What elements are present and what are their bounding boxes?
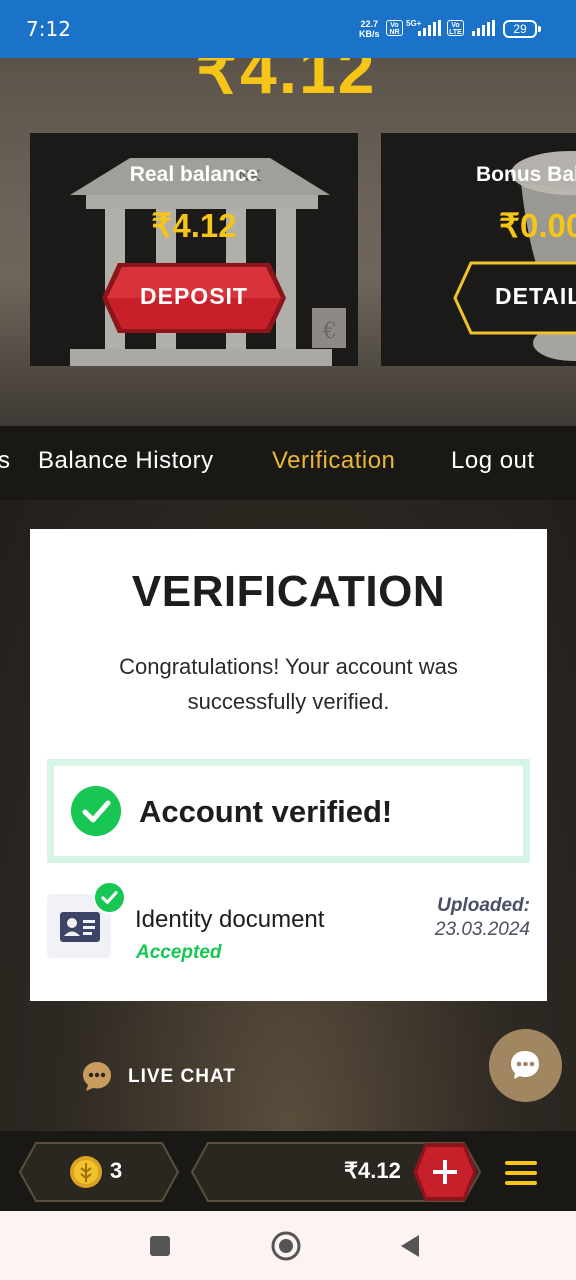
tab-partial[interactable]: s <box>0 447 11 475</box>
signal-icon <box>472 20 495 36</box>
balance-hero: ₹4.12 € NK Real balance ₹4.12 DEPOSIT Bo… <box>0 58 576 426</box>
square-nav-icon[interactable] <box>146 1232 174 1260</box>
tab-balance-history[interactable]: Balance History <box>38 447 214 475</box>
menu-icon[interactable] <box>505 1161 537 1187</box>
battery-icon: 29 <box>503 20 541 38</box>
chat-bubble-icon <box>511 1051 539 1079</box>
bottom-bar: 3 ₹4.12 <box>0 1131 576 1211</box>
system-nav-bar <box>0 1211 576 1280</box>
coins-count: 3 <box>110 1158 123 1183</box>
signal-icon <box>418 20 441 36</box>
details-button[interactable]: DETAIL <box>453 261 576 335</box>
add-funds-button[interactable] <box>411 1141 479 1203</box>
volte-badge: Vo LTE <box>447 20 464 36</box>
check-icon <box>93 881 126 914</box>
tab-verification[interactable]: Verification <box>272 447 395 475</box>
euro-sign: € <box>322 319 337 344</box>
uploaded-date: 23.03.2024 <box>434 919 530 940</box>
chat-bubble-icon <box>83 1062 111 1091</box>
net-speed: 22.7 KB/s <box>359 19 380 39</box>
bonus-balance-card: Bonus Bala ₹0.00 DETAIL <box>381 133 576 366</box>
status-bar: 7:12 22.7 KB/s Vo NR 5G+ Vo LTE 29 <box>0 0 576 58</box>
document-row: Identity document Accepted Uploaded: 23.… <box>47 879 530 969</box>
check-icon <box>71 786 121 836</box>
plus-icon <box>413 1143 477 1201</box>
chat-fab-button[interactable] <box>489 1029 562 1102</box>
total-balance: ₹4.12 <box>196 58 377 107</box>
real-balance-amount: ₹4.12 <box>151 207 237 244</box>
deposit-button[interactable]: DEPOSIT <box>100 261 288 335</box>
verification-panel: VERIFICATION Congratulations! Your accou… <box>30 529 547 1001</box>
circle-nav-icon[interactable] <box>271 1231 301 1261</box>
account-verified-title: Account verified! <box>139 794 393 829</box>
account-tabs: s Balance History Verification Log out <box>0 426 576 500</box>
back-nav-icon[interactable] <box>397 1232 425 1260</box>
account-verified-box: Account verified! <box>47 759 530 863</box>
uploaded-label: Uploaded: <box>437 895 530 916</box>
bonus-balance-label: Bonus Bala <box>476 163 576 186</box>
wallet-balance-amount: ₹4.12 <box>344 1158 401 1183</box>
document-name: Identity document <box>135 906 325 933</box>
tab-log-out[interactable]: Log out <box>451 447 535 475</box>
status-time: 7:12 <box>26 17 71 41</box>
document-status: Accepted <box>136 942 222 963</box>
bonus-balance-amount: ₹0.00 <box>499 207 576 244</box>
volte-badge: Vo NR <box>386 20 403 36</box>
coins-counter[interactable]: 3 <box>18 1141 180 1203</box>
real-balance-card: € NK Real balance ₹4.12 DEPOSIT <box>30 133 358 366</box>
document-uploaded: Uploaded: 23.03.2024 <box>435 895 530 941</box>
verification-message: Congratulations! Your account was succes… <box>119 654 458 714</box>
page-title: VERIFICATION <box>131 567 446 616</box>
real-balance-label: Real balance <box>129 163 259 186</box>
